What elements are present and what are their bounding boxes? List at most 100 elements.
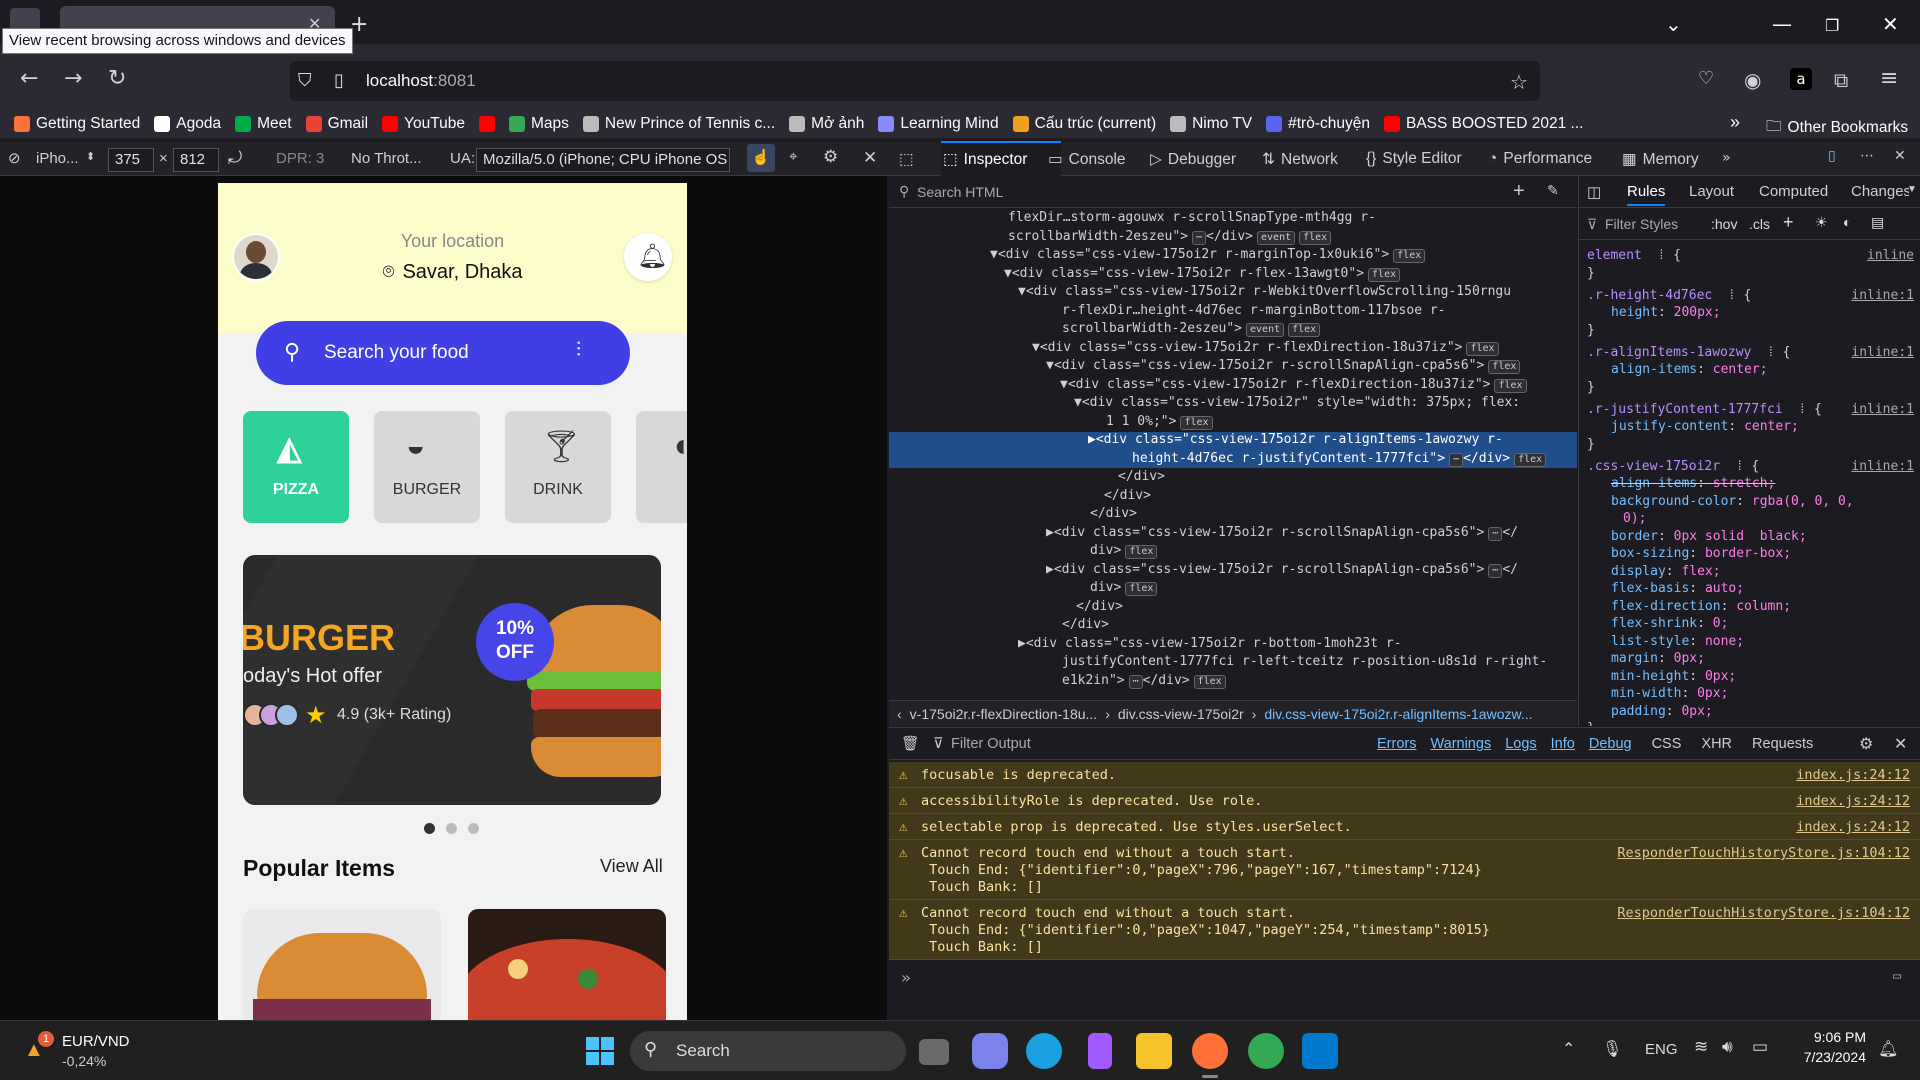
tab-inspector[interactable]: ⬚ Inspector xyxy=(943,150,1027,169)
rotate-icon[interactable]: ⤾ xyxy=(228,148,242,168)
close-window-icon[interactable]: ✕ xyxy=(1882,12,1899,36)
carousel-dot-active[interactable] xyxy=(424,823,435,834)
dpr-selector[interactable]: DPR: 3 xyxy=(276,150,324,167)
bookmark-item[interactable]: Meet xyxy=(235,115,292,133)
bookmark-item[interactable]: Maps xyxy=(508,115,569,133)
language-indicator[interactable]: ENG xyxy=(1645,1041,1678,1058)
minimize-icon[interactable]: — xyxy=(1772,12,1792,36)
tab-style-editor[interactable]: {} Style Editor xyxy=(1366,150,1462,168)
breadcrumb-prev-icon[interactable]: ‹ xyxy=(897,706,902,722)
print-media-icon[interactable]: ▤ xyxy=(1871,214,1884,231)
url-bar[interactable]: ⛉ ▯ localhost:8081 ☆ xyxy=(290,61,1540,101)
markup-line[interactable]: e1k2in"> ⋯ </div> flex xyxy=(889,673,1577,689)
markup-ellipsis[interactable]: ⋯ xyxy=(1488,563,1503,578)
rule-declaration[interactable]: justify-content: center; xyxy=(1611,419,1799,434)
eyedropper-icon[interactable]: ✎ xyxy=(1547,182,1559,199)
markup-badge[interactable]: flex xyxy=(1180,415,1213,430)
disable-icon[interactable]: ⊘ xyxy=(8,149,21,167)
console-filter-css[interactable]: CSS xyxy=(1652,736,1682,752)
sidebar-toggle-icon[interactable]: ◫ xyxy=(1587,183,1601,201)
other-bookmarks[interactable]: 🗀 Other Bookmarks xyxy=(1766,114,1908,141)
task-view-icon[interactable] xyxy=(919,1039,949,1065)
markup-badge[interactable]: flex xyxy=(1466,341,1499,356)
markup-line[interactable]: height-4d76ec r-justifyContent-1777fci">… xyxy=(889,451,1577,467)
menu-icon[interactable]: ≡ xyxy=(1880,66,1898,91)
markup-line[interactable]: justifyContent-1777fci r-left-tceitz r-p… xyxy=(889,654,1577,670)
rule-selector[interactable]: .r-height-4d76ec ⁞ { xyxy=(1587,288,1751,303)
popular-item-burger-image[interactable] xyxy=(243,909,441,1020)
markup-ellipsis[interactable]: ⋯ xyxy=(1449,452,1464,467)
markup-ellipsis[interactable]: ⋯ xyxy=(1192,230,1207,245)
markup-line[interactable]: ▶<div class="css-view-175oi2r r-scrollSn… xyxy=(889,525,1577,541)
more-bookmarks-icon[interactable]: » xyxy=(1730,112,1740,133)
markup-line[interactable]: ▼<div class="css-view-175oi2r r-flexDire… xyxy=(889,377,1577,393)
markup-badge[interactable]: flex xyxy=(1393,249,1426,263)
screenshot-icon[interactable]: ⌖ xyxy=(789,148,797,165)
markup-line[interactable]: ▼<div class="css-view-175oi2r r-scrollSn… xyxy=(889,358,1577,374)
category-drink[interactable]: 🍸︎ DRINK xyxy=(505,411,611,523)
bookmark-item[interactable]: #trò-chuyện xyxy=(1266,115,1370,133)
editor-mode-icon[interactable]: ▭ xyxy=(1893,968,1901,984)
console-source-link[interactable]: index.js:24:12 xyxy=(1796,767,1910,783)
shield-icon[interactable]: ⛉ xyxy=(298,70,312,91)
wifi-icon[interactable]: ≋ xyxy=(1694,1037,1708,1057)
close-rdm-icon[interactable]: ✕ xyxy=(863,148,877,168)
chrome-icon[interactable] xyxy=(1248,1033,1284,1069)
page-icon[interactable]: ▯ xyxy=(334,70,344,91)
markup-line[interactable]: ▼<div class="css-view-175oi2r r-flexDire… xyxy=(889,340,1577,356)
console-level-info[interactable]: Info xyxy=(1551,736,1575,752)
markup-line[interactable]: scrollbarWidth-2eszeu"> event flex xyxy=(889,321,1577,337)
markup-line[interactable]: scrollbarWidth-2eszeu"> ⋯ </div> event flex xyxy=(889,229,1577,245)
bookmark-item[interactable]: Getting Started xyxy=(14,115,140,133)
tab-rules[interactable]: Rules xyxy=(1627,183,1666,206)
markup-line[interactable]: </div> xyxy=(889,617,1577,633)
volume-icon[interactable]: 🔊︎ xyxy=(1722,1037,1733,1057)
breadcrumb-item[interactable]: div.css-view-175oi2r xyxy=(1118,706,1244,722)
bookmark-item[interactable]: YouTube xyxy=(382,115,465,133)
rule-declaration[interactable]: padding: 0px; xyxy=(1611,704,1713,719)
rule-selector[interactable]: .r-alignItems-1awozwy ⁞ { xyxy=(1587,345,1790,360)
amazon-extension-icon[interactable]: a xyxy=(1790,68,1812,90)
console-level-errors[interactable]: Errors xyxy=(1377,736,1416,752)
rule-selector[interactable]: .r-justifyContent-1777fci ⁞ { xyxy=(1587,402,1822,417)
markup-line[interactable]: ▼<div class="css-view-175oi2r" style="wi… xyxy=(889,395,1577,411)
markup-badge[interactable]: flex xyxy=(1125,545,1158,559)
bookmark-item[interactable]: Mở ảnh xyxy=(789,115,864,133)
markup-badge[interactable]: flex xyxy=(1288,323,1321,337)
filter-sliders-icon[interactable]: ⫶ xyxy=(576,339,581,362)
bookmark-item[interactable]: New Prince of Tennis c... xyxy=(582,115,775,133)
touch-simulation-icon[interactable]: ☝ xyxy=(747,144,775,172)
currency-widget[interactable]: ▲ 1 EUR/VND -0,24% xyxy=(22,1029,162,1073)
markup-badge[interactable]: flex xyxy=(1193,674,1226,689)
console-filter-xhr[interactable]: XHR xyxy=(1701,736,1732,752)
bookmark-item[interactable]: Nimo TV xyxy=(1170,115,1252,133)
markup-line[interactable]: div> flex xyxy=(889,543,1577,559)
bookmark-star-icon[interactable]: ☆ xyxy=(1510,70,1528,94)
notification-bell-icon[interactable]: 🔔︎ xyxy=(1878,1039,1898,1059)
add-rule-icon[interactable]: + xyxy=(1783,212,1794,233)
clock-time[interactable]: 9:06 PM xyxy=(1796,1029,1866,1045)
rule-source-link[interactable]: inline xyxy=(1867,248,1914,263)
tab-performance[interactable]: ◔ Performance xyxy=(1488,150,1592,168)
rule-declaration[interactable]: flex-direction: column; xyxy=(1611,599,1791,614)
location-value[interactable]: ⌾ Savar, Dhaka xyxy=(218,261,687,284)
console-filter-requests[interactable]: Requests xyxy=(1752,736,1813,752)
rule-selector[interactable]: element ⁞ { xyxy=(1587,248,1681,263)
dock-icon[interactable]: ▯ xyxy=(1828,148,1836,164)
console-level-warnings[interactable]: Warnings xyxy=(1430,736,1491,752)
rule-declaration[interactable]: margin: 0px; xyxy=(1611,651,1705,666)
dark-mode-icon[interactable]: ◐ xyxy=(1843,214,1851,230)
bookmark-item[interactable]: BASS BOOSTED 2021 ... xyxy=(1383,115,1583,133)
extensions-icon[interactable]: ⧉ xyxy=(1834,68,1848,92)
rule-selector[interactable]: .css-view-175oi2r ⁞ { xyxy=(1587,459,1759,474)
file-explorer-icon[interactable] xyxy=(1136,1033,1172,1069)
rule-declaration[interactable]: display: flex; xyxy=(1611,564,1721,579)
rule-source-link[interactable]: inline:1 xyxy=(1851,402,1914,417)
user-agent-input[interactable]: Mozilla/5.0 (iPhone; CPU iPhone OS 1 xyxy=(476,148,730,172)
console-warning[interactable]: ⚠ Cannot record touch end without a touch… xyxy=(889,900,1920,960)
console-warning[interactable]: ⚠ accessibilityRole is deprecated. Use ro… xyxy=(889,788,1920,814)
markup-line[interactable]: div> flex xyxy=(889,580,1577,596)
settings-icon[interactable]: ⚙ xyxy=(823,147,838,167)
start-button[interactable] xyxy=(582,1033,618,1069)
console-source-link[interactable]: ResponderTouchHistoryStore.js:104:12 xyxy=(1617,845,1910,861)
